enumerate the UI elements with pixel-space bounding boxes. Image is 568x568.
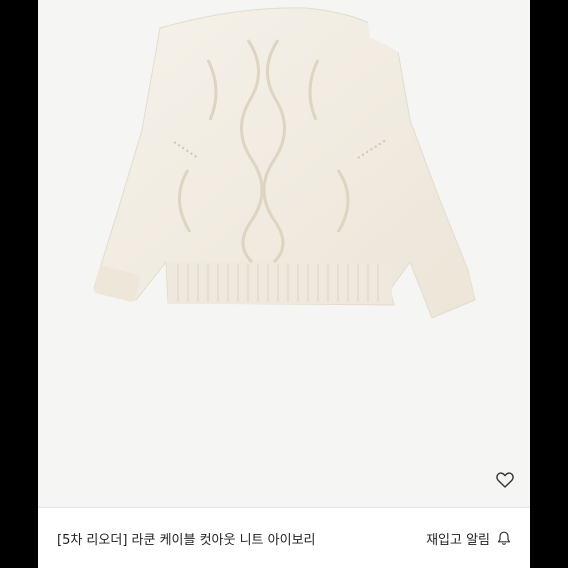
product-image[interactable] xyxy=(38,0,530,507)
wishlist-button[interactable] xyxy=(493,468,517,492)
restock-alert-label: 재입고 알림 xyxy=(426,532,490,548)
sweater-illustration xyxy=(93,7,476,319)
product-name[interactable]: [5차 리오더] 라쿤 케이블 컷아웃 니트 아이보리 xyxy=(57,529,316,548)
bell-icon xyxy=(496,530,512,546)
product-info: [5차 리오더] 라쿤 케이블 컷아웃 니트 아이보리 재입고 알림 xyxy=(38,508,530,568)
restock-alert-button[interactable]: 재입고 알림 xyxy=(426,529,512,548)
heart-icon xyxy=(496,472,514,488)
product-card[interactable]: [5차 리오더] 라쿤 케이블 컷아웃 니트 아이보리 재입고 알림 xyxy=(38,0,530,568)
